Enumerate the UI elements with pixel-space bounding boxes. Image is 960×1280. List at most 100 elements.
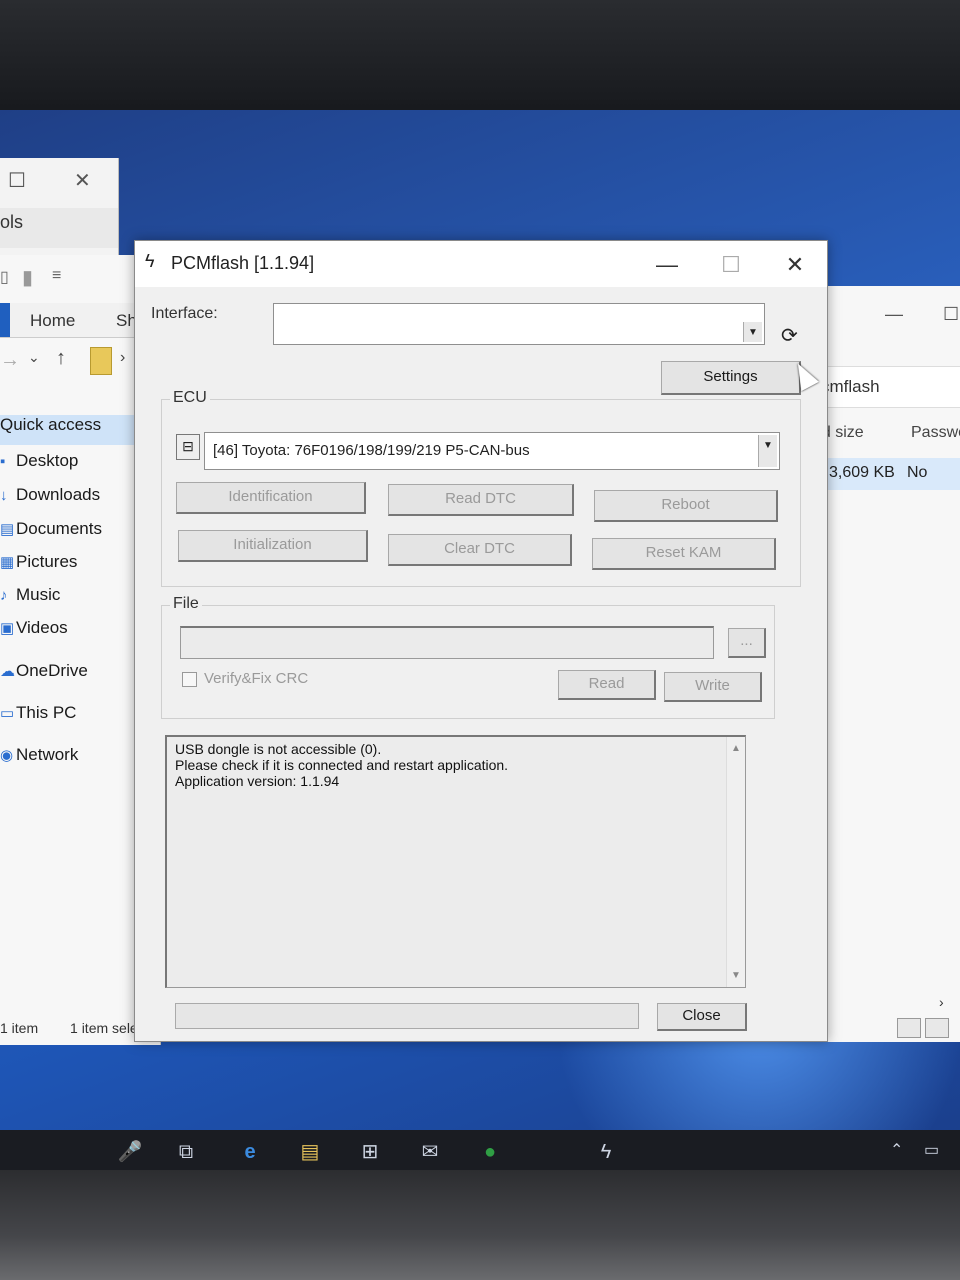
sidebar-item-label: Music <box>16 585 61 604</box>
monitor-bezel-bottom <box>0 1170 960 1280</box>
sidebar-item-label: Pictures <box>16 552 78 571</box>
video-icon: ▣ <box>0 620 15 637</box>
sidebar-item-pictures[interactable]: ▦ Pictures <box>0 552 77 582</box>
mail-icon[interactable]: ✉ <box>416 1138 444 1166</box>
maximize-button[interactable]: ☐ <box>711 251 751 279</box>
forward-icon[interactable]: → <box>0 349 20 372</box>
scroll-down-icon[interactable]: ▼ <box>731 970 741 981</box>
column-header-password[interactable]: Passwo <box>911 424 960 442</box>
write-button[interactable]: Write <box>664 672 762 702</box>
folder-icon[interactable]: ▯ <box>0 267 9 287</box>
chevron-down-icon[interactable]: ▼ <box>743 322 762 342</box>
title-bar: ϟ PCMflash [1.1.94] — ☐ ✕ <box>135 241 827 287</box>
sidebar-item-onedrive[interactable]: ☁OneDrive <box>0 661 88 691</box>
sidebar-item-label: Quick access <box>0 415 102 434</box>
window-title: PCMflash [1.1.94] <box>171 253 315 273</box>
show-hidden-icons-icon[interactable]: ⌃ <box>890 1140 903 1160</box>
file-size-cell: 3,609 KB <box>829 464 895 481</box>
verify-crc-label: Verify&Fix CRC <box>204 670 309 687</box>
minimize-icon[interactable]: — <box>885 304 903 325</box>
read-dtc-button[interactable]: Read DTC <box>388 484 574 516</box>
refresh-icon[interactable]: ⟳ <box>781 323 798 348</box>
status-bar: 1 item 1 item selecte <box>0 1020 156 1036</box>
explorer-window-back[interactable]: ☐ ✕ ols <box>0 158 119 268</box>
chat-app-icon[interactable]: ● <box>476 1138 504 1166</box>
sidebar-item-quick-access[interactable]: Quick access <box>0 415 138 445</box>
status-item-count: 1 item <box>0 1020 39 1036</box>
sidebar-item-downloads[interactable]: ↓ Downloads <box>0 485 100 515</box>
progress-bar <box>175 1003 639 1029</box>
picture-icon: ▦ <box>0 554 15 571</box>
ecu-group: ECU ⊟ [46] Toyota: 76F0196/198/199/219 P… <box>161 389 801 587</box>
sidebar-item-label: OneDrive <box>16 661 88 680</box>
ribbon-tab-tools[interactable]: ols <box>0 212 23 233</box>
maximize-icon[interactable]: ☐ <box>943 304 959 325</box>
sidebar-item-desktop[interactable]: ▪ Desktop <box>0 451 78 481</box>
up-arrow-icon[interactable]: ↑ <box>56 347 66 370</box>
ecu-group-label: ECU <box>170 389 210 407</box>
sidebar-item-documents[interactable]: ▤ Documents <box>0 519 102 549</box>
file-path-field[interactable] <box>180 626 714 659</box>
sidebar-item-label: This PC <box>16 703 77 722</box>
scroll-right-icon[interactable]: › <box>939 994 944 1010</box>
reboot-button[interactable]: Reboot <box>594 490 778 522</box>
chevron-down-icon[interactable]: ▼ <box>758 435 777 467</box>
log-scrollbar[interactable]: ▲ ▼ <box>726 737 745 987</box>
store-icon[interactable]: ⊞ <box>356 1138 384 1166</box>
customize-toolbar-icon[interactable]: ≡ <box>52 267 61 285</box>
large-icons-view-icon[interactable] <box>925 1018 949 1038</box>
ecu-select[interactable]: [46] Toyota: 76F0196/198/199/219 P5-CAN-… <box>204 432 780 470</box>
sidebar-item-this-pc[interactable]: ▭ This PC <box>0 703 76 733</box>
microphone-icon[interactable]: 🎤 <box>116 1138 144 1166</box>
address-path: cmflash <box>821 377 880 396</box>
interface-label: Interface: <box>151 305 218 322</box>
close-icon[interactable]: ✕ <box>74 168 91 193</box>
edge-browser-icon[interactable]: e <box>236 1138 264 1166</box>
interface-select[interactable]: ▼ <box>273 303 765 345</box>
sidebar-item-videos[interactable]: ▣ Videos <box>0 618 68 648</box>
log-line: USB dongle is not accessible (0). <box>175 741 382 757</box>
sidebar-item-music[interactable]: ♪ Music <box>0 585 60 615</box>
battery-icon[interactable]: ▭ <box>924 1140 939 1160</box>
desktop-icon: ▪ <box>0 453 6 470</box>
sidebar-item-network[interactable]: ◉ Network <box>0 745 78 775</box>
verify-crc-checkbox[interactable] <box>182 672 197 687</box>
details-view-icon[interactable] <box>897 1018 921 1038</box>
reset-kam-button[interactable]: Reset KAM <box>592 538 776 570</box>
log-line: Please check if it is connected and rest… <box>175 757 509 773</box>
close-window-button[interactable]: ✕ <box>775 251 815 279</box>
zip-folder-icon <box>90 347 112 375</box>
task-view-icon[interactable]: ⧉ <box>172 1138 200 1166</box>
close-button[interactable]: Close <box>657 1003 747 1031</box>
download-icon: ↓ <box>0 487 8 504</box>
sidebar-item-label: Downloads <box>16 485 101 504</box>
file-tab[interactable] <box>0 303 10 337</box>
identification-button[interactable]: Identification <box>176 482 366 514</box>
pcmflash-taskbar-icon[interactable]: ϟ <box>588 1138 624 1174</box>
read-button[interactable]: Read <box>558 670 656 700</box>
maximize-icon[interactable]: ☐ <box>8 168 26 193</box>
browse-button[interactable]: ... <box>728 628 766 658</box>
pcmflash-dialog[interactable]: ϟ PCMflash [1.1.94] — ☐ ✕ Interface: ▼ ⟳… <box>134 240 828 1042</box>
chevron-right-icon[interactable]: › <box>120 349 125 367</box>
ecu-list-icon[interactable]: ⊟ <box>176 434 200 460</box>
file-explorer-icon[interactable]: ▤ <box>292 1138 328 1174</box>
ecu-value: [46] Toyota: 76F0196/198/199/219 P5-CAN-… <box>213 442 530 459</box>
music-icon: ♪ <box>0 587 8 604</box>
monitor-bezel-top <box>0 0 960 120</box>
cloud-icon: ☁ <box>0 663 15 680</box>
recent-locations-icon[interactable]: ⌄ <box>28 349 40 366</box>
file-group: File ... Verify&Fix CRC Read Write <box>161 595 775 719</box>
tab-home[interactable]: Home <box>30 311 75 331</box>
minimize-button[interactable]: — <box>647 251 687 279</box>
sidebar-item-label: Documents <box>16 519 102 538</box>
sidebar-item-label: Desktop <box>16 451 79 470</box>
settings-button[interactable]: Settings <box>661 361 801 395</box>
clear-dtc-button[interactable]: Clear DTC <box>388 534 572 566</box>
properties-icon[interactable]: ▮ <box>22 265 33 290</box>
log-line: Application version: 1.1.94 <box>175 773 340 789</box>
initialization-button[interactable]: Initialization <box>178 530 368 562</box>
log-output[interactable]: USB dongle is not accessible (0). Please… <box>165 735 746 988</box>
file-group-label: File <box>170 595 202 613</box>
scroll-up-icon[interactable]: ▲ <box>731 743 741 754</box>
